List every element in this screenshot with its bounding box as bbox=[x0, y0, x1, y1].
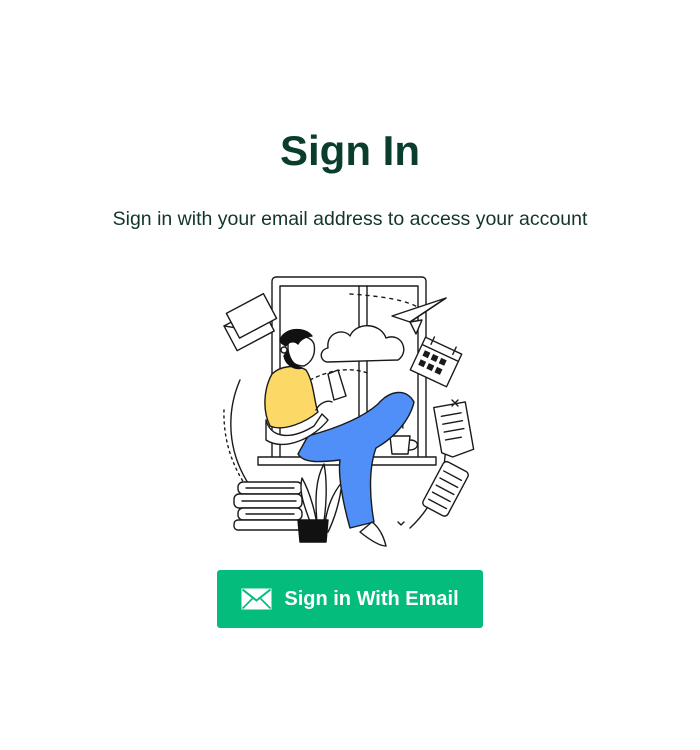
page-title: Sign In bbox=[280, 127, 420, 174]
envelope-icon bbox=[241, 588, 272, 610]
sign-in-with-email-button[interactable]: Sign in With Email bbox=[217, 570, 483, 628]
books-graphic bbox=[233, 481, 303, 531]
page-subtitle: Sign in with your email address to acces… bbox=[112, 208, 588, 230]
sign-in-button-label: Sign in With Email bbox=[284, 587, 459, 610]
sign-in-illustration bbox=[223, 276, 475, 547]
plant-graphic bbox=[297, 463, 343, 543]
document-graphic bbox=[433, 401, 475, 458]
phone-graphic bbox=[422, 460, 469, 517]
sign-in-page: Sign In Sign in with your email address … bbox=[0, 0, 700, 750]
